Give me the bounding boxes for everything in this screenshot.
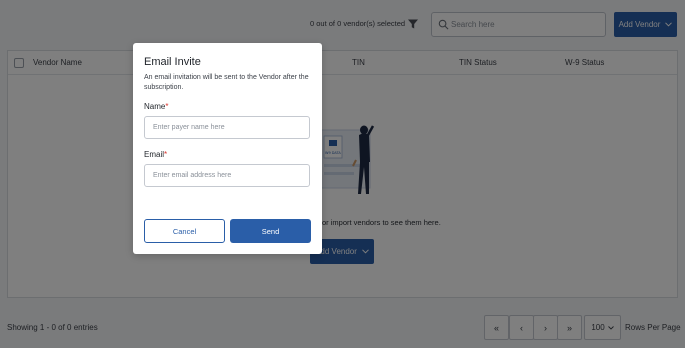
send-button[interactable]: Send	[230, 219, 311, 243]
modal-title: Email Invite	[144, 56, 201, 68]
email-label-text: Email	[144, 150, 165, 159]
email-input[interactable]: Enter email address here	[144, 164, 310, 187]
name-placeholder: Enter payer name here	[153, 124, 225, 131]
modal-backdrop[interactable]	[0, 0, 685, 348]
name-field-label: Name*	[144, 102, 168, 111]
email-invite-modal: Email Invite An email invitation will be…	[133, 43, 322, 254]
required-marker: *	[165, 102, 169, 111]
cancel-button[interactable]: Cancel	[144, 219, 225, 243]
name-label-text: Name	[144, 102, 166, 111]
email-placeholder: Enter email address here	[153, 172, 232, 179]
name-input[interactable]: Enter payer name here	[144, 116, 310, 139]
modal-description: An email invitation will be sent to the …	[144, 74, 309, 91]
email-field-label: Email*	[144, 150, 167, 159]
required-marker: *	[164, 150, 168, 159]
